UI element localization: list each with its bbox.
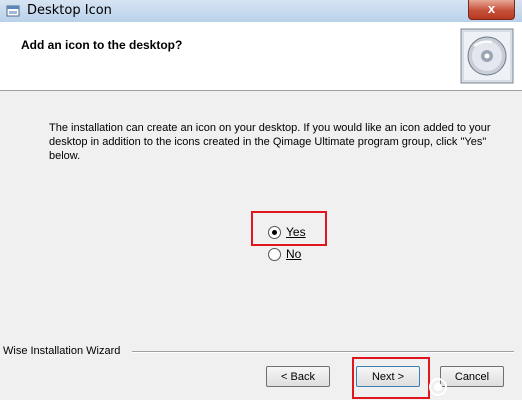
yes-highlight-box: [251, 211, 327, 246]
close-button[interactable]: x: [468, 0, 515, 20]
back-button[interactable]: < Back: [266, 366, 330, 387]
next-highlight-box: [352, 357, 430, 399]
no-label: No: [286, 247, 302, 261]
description-text: The installation can create an icon on y…: [49, 122, 491, 162]
cancel-button[interactable]: Cancel: [440, 366, 504, 387]
radio-unchecked-icon: [268, 247, 281, 261]
no-radio[interactable]: No: [268, 246, 301, 262]
window-title: Desktop Icon: [27, 3, 112, 18]
title-bar: Desktop Icon x: [0, 0, 522, 22]
page-title: Add an icon to the desktop?: [21, 38, 183, 52]
installer-window-icon: [6, 5, 20, 17]
cd-disc-icon: [460, 28, 514, 84]
footer-separator: [132, 351, 514, 353]
close-icon: x: [487, 1, 496, 16]
wizard-brand-label: Wise Installation Wizard: [3, 345, 125, 357]
watermark-icon: [429, 378, 447, 396]
header-panel: Add an icon to the desktop?: [0, 22, 522, 91]
